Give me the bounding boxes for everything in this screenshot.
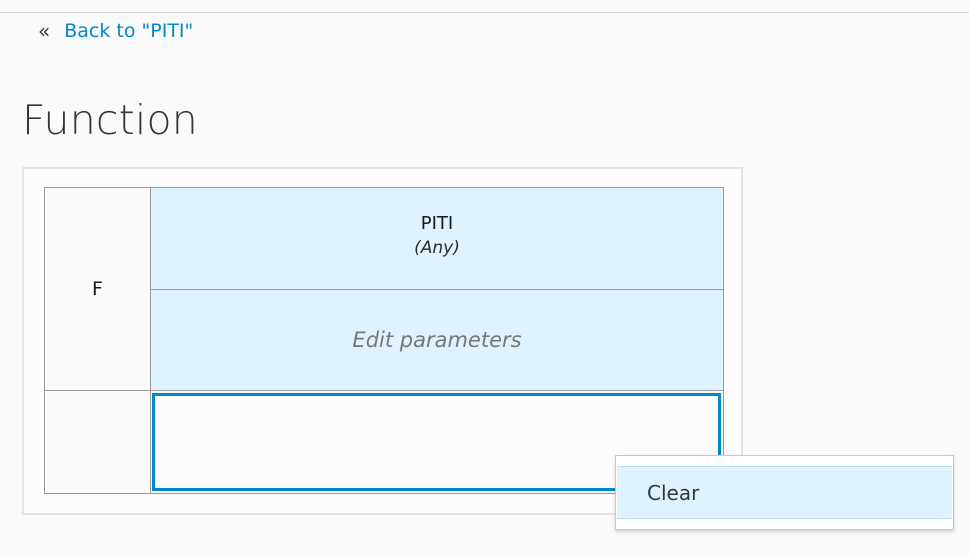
- function-name-cell[interactable]: F: [44, 187, 151, 391]
- top-divider: [0, 12, 969, 13]
- parameter-type: (Any): [414, 238, 460, 258]
- double-chevron-left-icon: «: [38, 19, 51, 43]
- context-menu: Clear: [615, 455, 954, 530]
- context-menu-item-clear[interactable]: Clear: [617, 466, 952, 519]
- page-title: Function: [22, 96, 198, 144]
- row-number-cell[interactable]: [44, 390, 151, 494]
- function-name: F: [92, 278, 103, 300]
- back-link[interactable]: « Back to "PITI": [38, 20, 193, 42]
- edit-parameters-label: Edit parameters: [352, 328, 522, 352]
- edit-parameters-cell[interactable]: Edit parameters: [150, 289, 724, 391]
- context-menu-item-label: Clear: [647, 480, 700, 505]
- back-link-label: Back to "PITI": [64, 20, 194, 42]
- parameter-header-cell[interactable]: PITI (Any): [150, 187, 724, 290]
- parameter-name: PITI: [420, 213, 454, 234]
- function-grid: F PITI (Any) Edit parameters: [44, 187, 724, 494]
